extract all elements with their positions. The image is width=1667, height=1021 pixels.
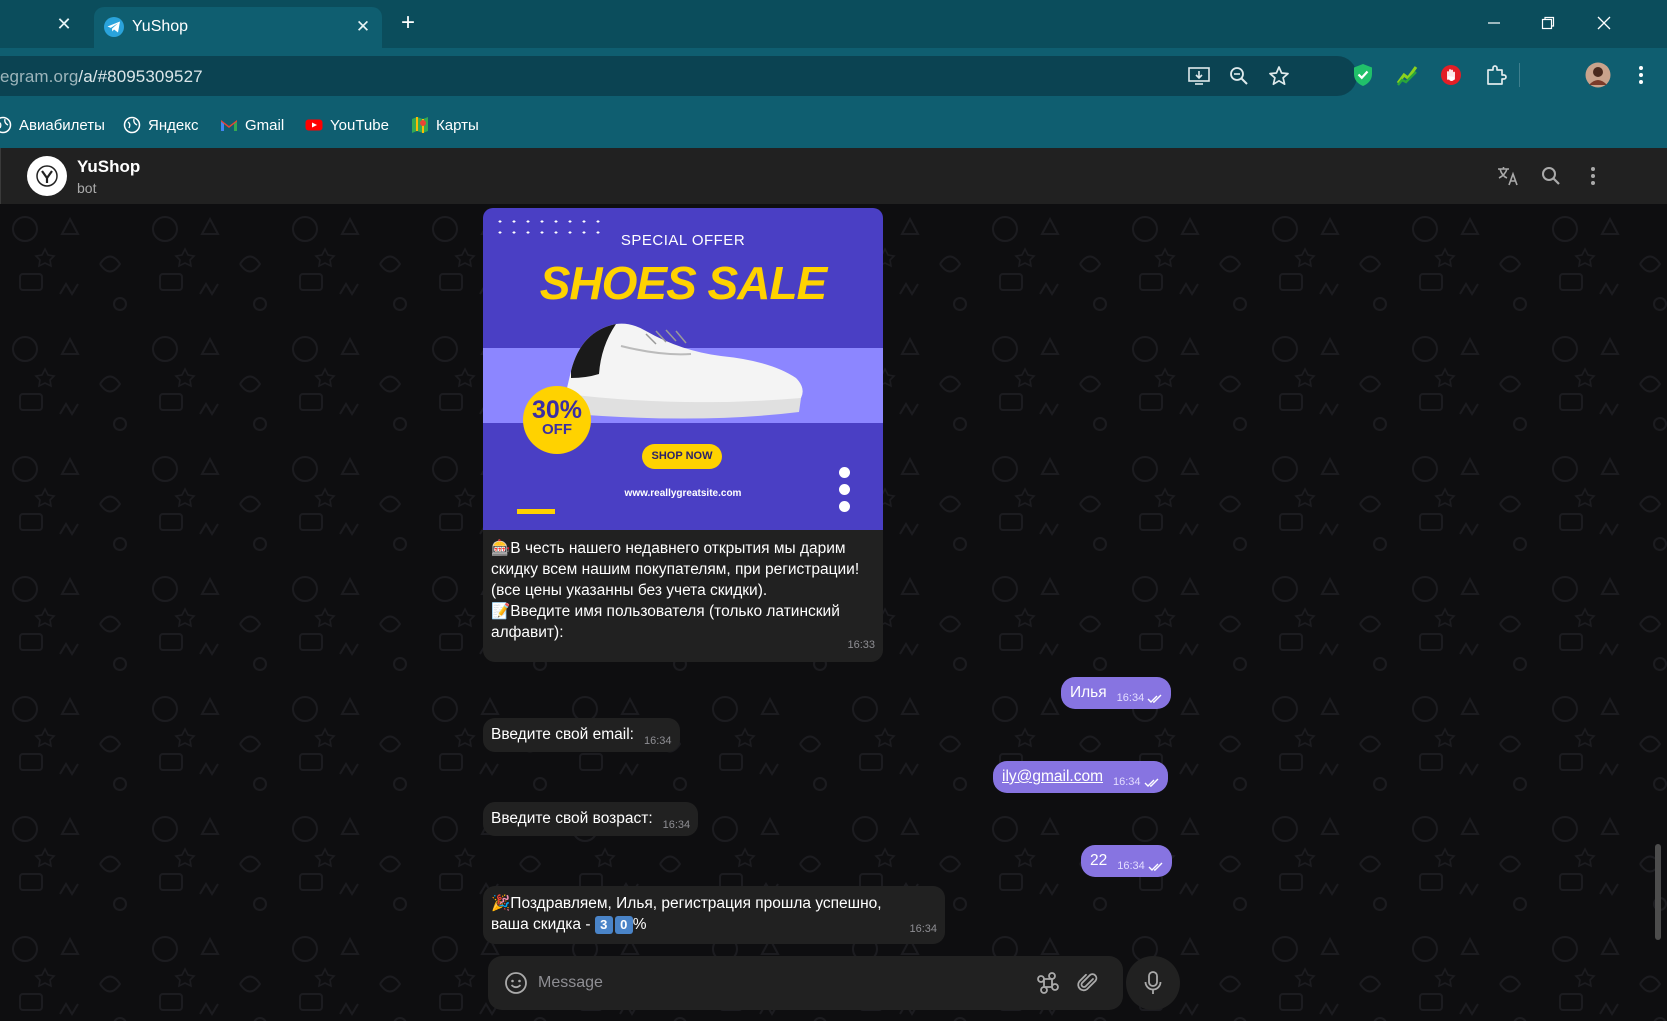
url-path: /a/#8095309527	[78, 67, 203, 86]
ad-shop-now: SHOP NOW	[642, 444, 722, 469]
chat-title: YuShop	[77, 157, 141, 176]
bookmark-yandex[interactable]: Яндекс	[123, 116, 198, 134]
install-app-icon[interactable]	[1185, 62, 1213, 90]
maps-icon	[412, 117, 428, 133]
message-bubble-in[interactable]: 🎉Поздравляем, Илья, регистрация прошла у…	[483, 886, 945, 944]
ad-discount-badge: 30% OFF	[523, 386, 591, 454]
sneaker-image	[567, 323, 803, 419]
close-window-icon[interactable]	[1586, 10, 1622, 38]
microphone-icon	[1144, 971, 1162, 994]
message-time: 16:34	[662, 819, 691, 831]
keycap-digit: 3	[594, 916, 613, 934]
shield-extension-icon[interactable]	[1349, 61, 1377, 89]
more-options-icon[interactable]	[1579, 162, 1607, 190]
message-composer	[488, 956, 1123, 1010]
ad-badge-percent: 30%	[531, 396, 583, 424]
browser-tab-strip: ✕ YuShop ✕ +	[0, 0, 1667, 48]
message-time: 16:34	[1117, 860, 1145, 872]
chart-extension-icon[interactable]	[1393, 61, 1421, 89]
ad-site: www.reallygreatsite.com	[624, 488, 742, 499]
bookmark-label: Авиабилеты	[19, 116, 105, 134]
tab-yushop[interactable]: YuShop ✕	[94, 7, 382, 48]
ad-special-offer: SPECIAL OFFER	[620, 232, 746, 249]
bookmark-star-icon[interactable]	[1265, 62, 1293, 90]
message-bubble-in[interactable]: 🎰В честь нашего недавнего открытия мы да…	[483, 530, 883, 662]
globe-icon	[123, 116, 141, 134]
shoes-sale-image[interactable]: SPECIAL OFFER SHOES SALE 30% OFF SHOP NO…	[483, 208, 883, 530]
message-text: Илья	[1070, 684, 1107, 701]
zoom-icon[interactable]	[1225, 62, 1253, 90]
message-text-line2: ваша скидка - 3 0%	[491, 914, 937, 935]
globe-icon	[0, 116, 12, 134]
message-bubble-in[interactable]: Введите свой возраст: 16:34	[483, 802, 699, 836]
search-icon[interactable]	[1537, 162, 1565, 190]
message-text: Введите свой email:	[491, 726, 634, 743]
minimize-icon[interactable]	[1476, 10, 1512, 38]
chat-subtitle: bot	[77, 180, 97, 196]
ad-yellow-bar	[517, 509, 555, 514]
bookmark-gmail[interactable]: Gmail	[220, 116, 284, 134]
message-input[interactable]	[538, 972, 1018, 994]
telegram-icon	[104, 17, 124, 37]
email-link[interactable]: ily@gmail.com	[1002, 766, 1103, 787]
ad-badge-off: OFF	[542, 421, 572, 438]
bookmark-label: Gmail	[245, 116, 285, 134]
bookmark-aviabilety[interactable]: Авиабилеты	[0, 116, 105, 134]
browser-toolbar: egram.org/a/#8095309527	[0, 48, 1667, 102]
chat-area[interactable]: SPECIAL OFFER SHOES SALE 30% OFF SHOP NO…	[0, 204, 1667, 1021]
message-text: Введите свой возраст:	[491, 810, 653, 827]
message-time: 16:34	[643, 735, 672, 747]
address-bar[interactable]: egram.org/a/#8095309527	[0, 56, 1357, 96]
ad-dot	[839, 467, 850, 478]
bookmark-maps[interactable]: Карты	[411, 116, 479, 134]
message-time: 16:34	[1116, 692, 1145, 704]
message-bubble-in[interactable]: Введите свой email: 16:34	[483, 718, 680, 752]
toolbar-divider	[1519, 63, 1520, 87]
ad-dot	[839, 484, 850, 495]
read-checks-icon	[1148, 862, 1163, 871]
gmail-icon	[221, 120, 237, 131]
url-domain: egram.org	[0, 67, 79, 86]
browser-menu-icon[interactable]	[1627, 61, 1655, 89]
voice-record-button[interactable]	[1126, 956, 1180, 1010]
message-text: 🎉Поздравляем, Илья, регистрация прошла у…	[491, 895, 882, 912]
attach-icon[interactable]	[1076, 971, 1100, 1000]
bookmarks-bar: Авиабилеты Яндекс Gmail YouTube Карты	[0, 102, 1667, 148]
emoji-icon[interactable]	[504, 971, 528, 1000]
message-text: 22	[1090, 852, 1108, 869]
ad-title: SHOES SALE	[539, 257, 828, 309]
profile-avatar[interactable]	[1584, 61, 1612, 89]
bot-commands-icon[interactable]	[1036, 971, 1060, 1000]
bookmark-youtube[interactable]: YouTube	[305, 116, 389, 134]
message-bubble-out[interactable]: ily@gmail.com 16:34	[993, 761, 1168, 793]
previous-tab-close-icon[interactable]: ✕	[52, 12, 76, 36]
translate-icon[interactable]	[1494, 162, 1522, 190]
keycap-digit: 0	[614, 916, 633, 934]
message-time: 16:33	[847, 639, 875, 651]
tab-close-icon[interactable]: ✕	[352, 16, 374, 38]
message-time: 16:34	[909, 923, 937, 935]
youtube-icon	[305, 119, 323, 131]
adblock-hand-icon[interactable]	[1437, 61, 1465, 89]
bookmark-label: Яндекс	[148, 116, 199, 134]
message-text: 🎰В честь нашего недавнего открытия мы да…	[491, 540, 860, 599]
message-time: 16:34	[1113, 776, 1141, 788]
bookmark-label: YouTube	[330, 116, 389, 134]
new-tab-icon[interactable]: +	[395, 11, 421, 37]
discount-suffix: %	[632, 916, 647, 933]
bookmark-label: Карты	[436, 116, 479, 134]
tab-title: YuShop	[132, 18, 189, 35]
discount-prefix: ваша скидка -	[491, 916, 595, 933]
ad-dot	[839, 501, 850, 512]
restore-icon[interactable]	[1530, 10, 1566, 38]
message-bubble-out[interactable]: Илья 16:34	[1061, 677, 1172, 709]
read-checks-icon	[1144, 778, 1159, 787]
chat-scrollbar[interactable]	[1655, 844, 1661, 940]
extensions-puzzle-icon[interactable]	[1482, 61, 1510, 89]
message-bubble-out[interactable]: 22 16:34	[1081, 845, 1172, 877]
chat-header[interactable]: YuShop bot	[0, 148, 1667, 204]
read-checks-icon	[1147, 694, 1162, 703]
url-text[interactable]: egram.org/a/#8095309527	[0, 67, 203, 87]
bot-avatar[interactable]	[27, 156, 67, 196]
